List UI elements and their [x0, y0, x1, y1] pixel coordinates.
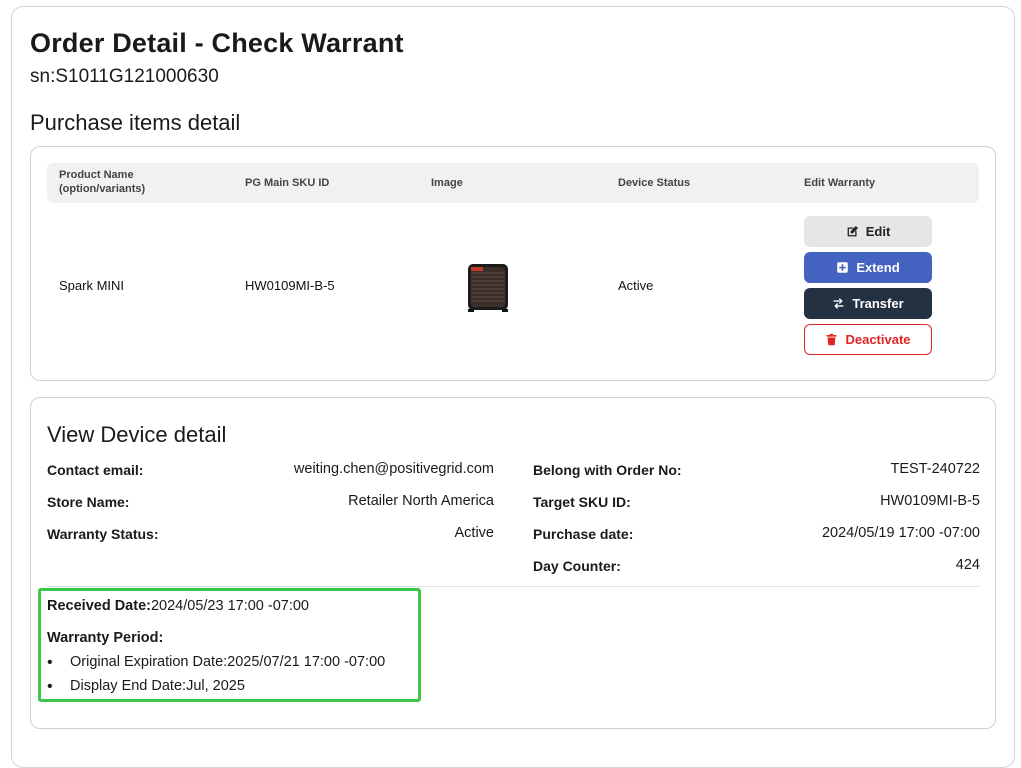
header-device-status: Device Status	[618, 177, 691, 189]
plus-square-icon	[837, 262, 849, 273]
order-no-label: Belong with Order No:	[533, 462, 682, 478]
received-date: Received Date:2024/05/23 17:00 -07:00	[47, 598, 309, 614]
trash-icon	[827, 333, 837, 346]
header-product-name: Product Name (option/variants)	[59, 169, 146, 195]
edit-button[interactable]: Edit	[804, 216, 932, 247]
extend-label: Extend	[856, 260, 900, 275]
extend-button[interactable]: Extend	[804, 252, 932, 283]
store-name-value: Retailer North America	[348, 493, 494, 509]
received-date-label: Received Date:	[47, 598, 151, 614]
deactivate-label: Deactivate	[845, 332, 911, 347]
contact-email-value: weiting.chen@positivegrid.com	[293, 461, 494, 477]
header-sku: PG Main SKU ID	[245, 177, 330, 189]
sku-cell: HW0109MI-B-5	[245, 278, 335, 293]
warranty-status-value: Active	[454, 525, 495, 541]
serial-number: sn:S1011G121000630	[30, 66, 219, 87]
product-name-cell: Spark MINI	[59, 278, 125, 293]
transfer-button[interactable]: Transfer	[804, 288, 932, 319]
target-sku-label: Target SKU ID:	[533, 494, 631, 510]
display-end-label: Display End Date:	[70, 678, 187, 694]
header-edit-warranty: Edit Warranty	[804, 177, 876, 189]
warranty-period-label: Warranty Period:	[47, 630, 164, 646]
bullet-icon: •	[47, 678, 53, 695]
transfer-label: Transfer	[852, 296, 904, 311]
header-image: Image	[431, 177, 463, 189]
day-counter-label: Day Counter:	[533, 558, 621, 574]
order-no-value: TEST-240722	[890, 461, 980, 477]
page-title: Order Detail - Check Warrant	[30, 28, 404, 58]
device-status-cell: Active	[618, 278, 654, 293]
device-detail-title: View Device detail	[47, 422, 227, 447]
purchase-date-label: Purchase date:	[533, 526, 634, 542]
purchase-date-value: 2024/05/19 17:00 -07:00	[821, 525, 980, 541]
target-sku-value: HW0109MI-B-5	[880, 493, 980, 509]
product-image	[468, 264, 508, 312]
device-detail-card: View Device detail Contact email: weitin…	[30, 397, 996, 729]
edit-label: Edit	[865, 224, 891, 239]
store-name-label: Store Name:	[47, 494, 130, 510]
list-item: • Display End Date: Jul, 2025	[47, 678, 245, 696]
bullet-icon: •	[47, 654, 53, 671]
deactivate-button[interactable]: Deactivate	[804, 324, 932, 355]
pencil-square-icon	[847, 225, 858, 237]
divider	[47, 586, 979, 587]
table-header: Product Name (option/variants) PG Main S…	[47, 163, 979, 203]
warranty-status-label: Warranty Status:	[47, 526, 159, 542]
display-end-value: Jul, 2025	[186, 678, 245, 694]
contact-email-label: Contact email:	[47, 462, 144, 478]
original-expiration-value: 2025/07/21 17:00 -07:00	[227, 654, 386, 670]
purchase-items-title: Purchase items detail	[30, 110, 241, 135]
original-expiration-label: Original Expiration Date:	[70, 654, 228, 670]
arrows-exchange-icon	[833, 298, 844, 309]
purchase-items-card: Product Name (option/variants) PG Main S…	[30, 146, 996, 381]
day-counter-value: 424	[955, 557, 980, 573]
list-item: • Original Expiration Date: 2025/07/21 17…	[47, 654, 385, 672]
received-date-value: 2024/05/23 17:00 -07:00	[150, 598, 309, 614]
